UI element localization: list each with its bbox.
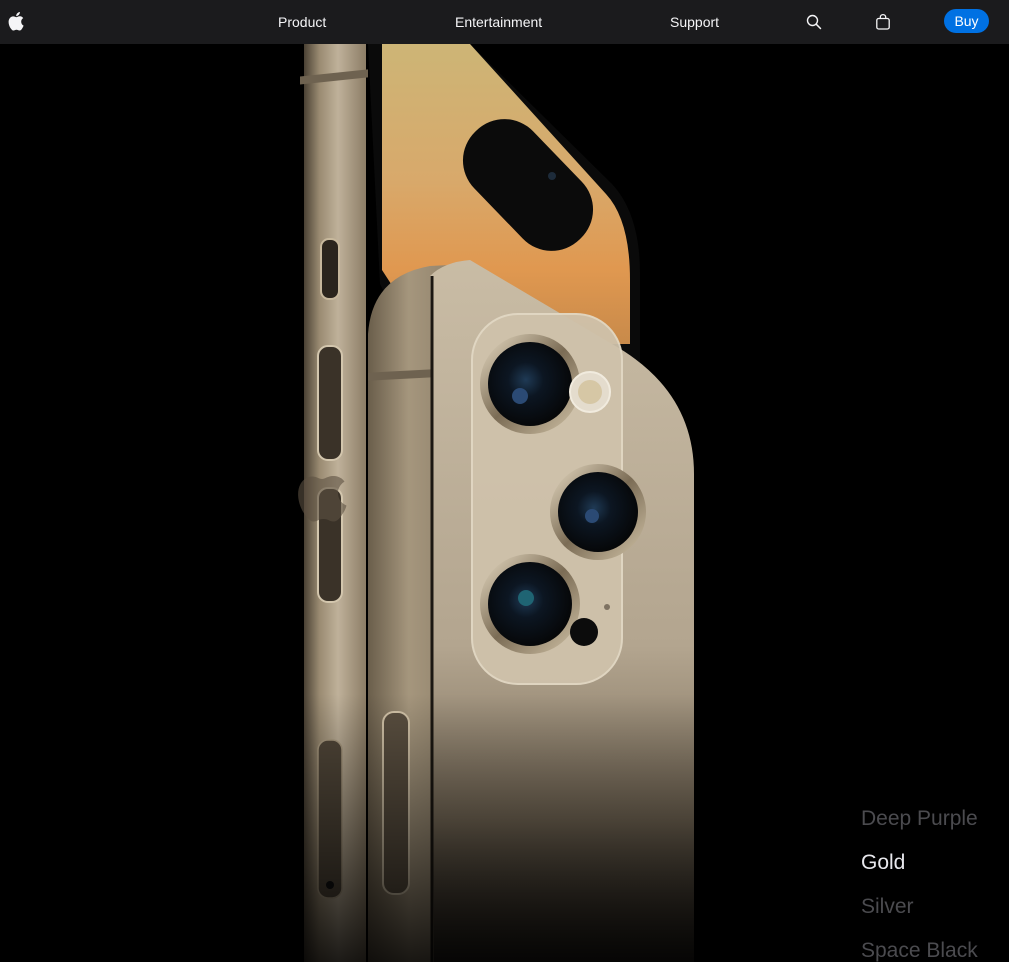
- color-option-space-black[interactable]: Space Black: [861, 938, 978, 962]
- color-option-silver[interactable]: Silver: [861, 894, 978, 938]
- bag-icon[interactable]: [874, 13, 892, 31]
- buy-button[interactable]: Buy: [944, 9, 989, 33]
- nav-link-product[interactable]: Product: [278, 14, 326, 30]
- color-selector: Deep Purple Gold Silver Space Black: [861, 806, 978, 962]
- product-hero: Deep Purple Gold Silver Space Black: [0, 44, 1009, 962]
- top-navigation-bar: Product Entertainment Support Buy: [0, 0, 1009, 44]
- apple-logo-icon[interactable]: [8, 11, 24, 31]
- nav-link-support[interactable]: Support: [670, 14, 719, 30]
- color-option-gold[interactable]: Gold: [861, 850, 978, 894]
- color-option-deep-purple[interactable]: Deep Purple: [861, 806, 978, 850]
- search-icon[interactable]: [805, 13, 823, 31]
- nav-link-entertainment[interactable]: Entertainment: [455, 14, 542, 30]
- iphone-gold-image: [0, 44, 1009, 962]
